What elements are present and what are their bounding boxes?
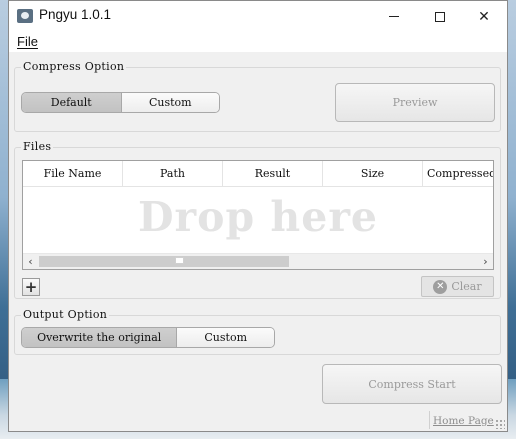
- add-file-button[interactable]: +: [22, 278, 40, 296]
- menu-bar: File: [9, 32, 507, 52]
- output-overwrite-button[interactable]: Overwrite the original: [22, 328, 177, 347]
- compress-custom-button[interactable]: Custom: [120, 93, 219, 112]
- maximize-icon: [435, 11, 445, 22]
- column-header-file-name[interactable]: File Name: [23, 161, 123, 186]
- minimize-icon: [389, 16, 399, 17]
- scrollbar-grip: [175, 257, 184, 264]
- column-header-size[interactable]: Size: [323, 161, 423, 186]
- column-header-compressed-size[interactable]: Compressed Size: [423, 161, 493, 186]
- output-option-label: Output Option: [21, 308, 110, 321]
- resize-grip-icon[interactable]: [495, 419, 505, 429]
- minimize-button[interactable]: [371, 1, 417, 32]
- chevron-right-icon[interactable]: ›: [478, 254, 493, 269]
- maximize-button[interactable]: [417, 1, 463, 32]
- menu-file[interactable]: File: [17, 34, 38, 49]
- column-header-path[interactable]: Path: [123, 161, 223, 186]
- column-header-result[interactable]: Result: [223, 161, 323, 186]
- preview-button[interactable]: Preview: [335, 83, 495, 122]
- clear-x-icon: ✕: [433, 279, 448, 294]
- chevron-left-icon[interactable]: ‹: [23, 254, 38, 269]
- close-icon: ✕: [478, 8, 490, 25]
- compress-option-label: Compress Option: [21, 60, 127, 73]
- compress-default-button[interactable]: Default: [22, 93, 121, 112]
- app-logo-icon: [17, 9, 33, 23]
- window-title: Pngyu 1.0.1: [39, 7, 112, 22]
- app-window: Pngyu 1.0.1 ✕ File Compress Option Defau…: [8, 0, 508, 432]
- drop-here-hint: Drop here: [137, 193, 379, 241]
- files-label: Files: [21, 140, 54, 153]
- plus-icon: +: [24, 277, 38, 296]
- home-page-link[interactable]: Home Page: [433, 415, 494, 427]
- compress-option-toggle: Default Custom: [21, 92, 220, 113]
- output-option-toggle: Overwrite the original Custom: [21, 327, 275, 348]
- output-custom-button[interactable]: Custom: [176, 328, 274, 347]
- clear-button-label: Clear: [451, 280, 482, 293]
- status-separator: [429, 411, 430, 429]
- close-button[interactable]: ✕: [461, 1, 507, 32]
- horizontal-scrollbar[interactable]: ‹ ›: [23, 253, 493, 269]
- scrollbar-thumb[interactable]: [39, 256, 289, 267]
- compress-start-button[interactable]: Compress Start: [322, 364, 502, 404]
- files-table[interactable]: File Name Path Result Size Compressed Si…: [22, 160, 494, 270]
- files-table-header: File Name Path Result Size Compressed Si…: [23, 161, 493, 187]
- title-bar: Pngyu 1.0.1 ✕: [9, 1, 507, 32]
- clear-button[interactable]: ✕ Clear: [421, 276, 494, 297]
